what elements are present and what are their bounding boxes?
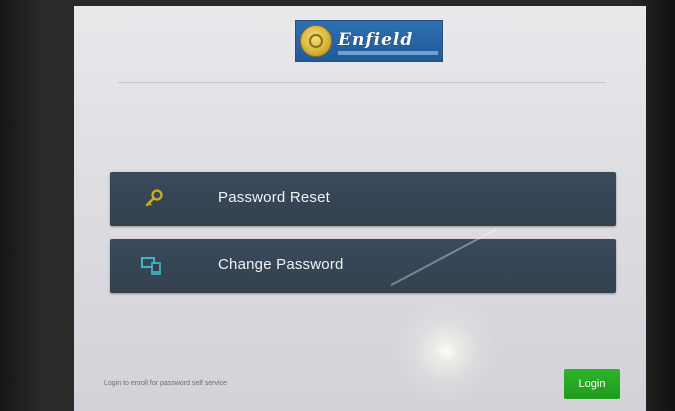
password-reset-button[interactable]: Password Reset	[110, 172, 616, 226]
password-reset-label: Password Reset	[218, 189, 331, 206]
change-password-label: Change Password	[218, 256, 344, 273]
screen-glare	[376, 296, 516, 406]
logo-stripe	[338, 51, 438, 55]
enroll-note: Login to enroll for password self servic…	[104, 380, 227, 387]
key-icon	[145, 189, 163, 207]
login-button[interactable]: Login	[564, 369, 620, 399]
change-password-button[interactable]: Change Password	[110, 239, 616, 293]
logo-wordmark: Enfield	[338, 30, 414, 50]
device-icon	[141, 257, 161, 275]
header-divider	[118, 82, 606, 83]
council-seal-icon	[300, 25, 332, 57]
enfield-logo: Enfield	[295, 20, 443, 62]
login-screen: Enfield Password Reset Change Password L…	[74, 6, 646, 411]
device-bezel: Enfield Password Reset Change Password L…	[0, 0, 675, 411]
